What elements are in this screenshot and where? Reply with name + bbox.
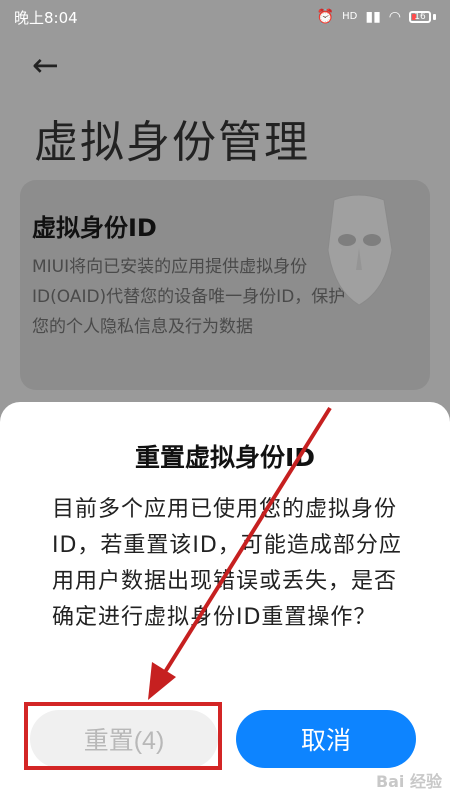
cancel-button[interactable]: 取消 [236, 710, 416, 768]
signal-icon: ▮▮ [365, 9, 381, 25]
network-label: HD [342, 11, 358, 22]
annotation-highlight-box [24, 702, 222, 770]
card-title: 虚拟身份ID [32, 214, 157, 242]
reset-dialog: 重置虚拟身份ID 目前多个应用已使用您的虚拟身份ID，若重置该ID，可能造成部分… [0, 402, 450, 800]
status-time: 晚上8:04 [14, 8, 78, 27]
alarm-icon: ⏰ [316, 9, 335, 25]
card-description: MIUI将向已安装的应用提供虚拟身份ID(OAID)代替您的设备唯一身份ID，保… [32, 257, 346, 337]
battery-level: 16 [414, 12, 426, 22]
mask-icon [327, 194, 393, 306]
virtual-id-card[interactable]: 虚拟身份ID MIUI将向已安装的应用提供虚拟身份ID(OAID)代替您的设备唯… [20, 180, 430, 390]
page-title: 虚拟身份管理 [34, 117, 310, 168]
dialog-message: 目前多个应用已使用您的虚拟身份ID，若重置该ID，可能造成部分应用用户数据出现错… [52, 497, 402, 630]
watermark: Bai 经验 [375, 772, 442, 791]
wifi-icon: ◠ [388, 9, 401, 25]
back-arrow-icon[interactable]: ← [32, 46, 59, 84]
status-bar: 晚上8:04 ⏰ HD ▮▮ ◠ 16 [0, 0, 450, 34]
dialog-title: 重置虚拟身份ID [134, 443, 316, 472]
status-icons: ⏰ HD ▮▮ ◠ 16 [317, 10, 436, 24]
battery-icon: 16 [409, 11, 436, 23]
